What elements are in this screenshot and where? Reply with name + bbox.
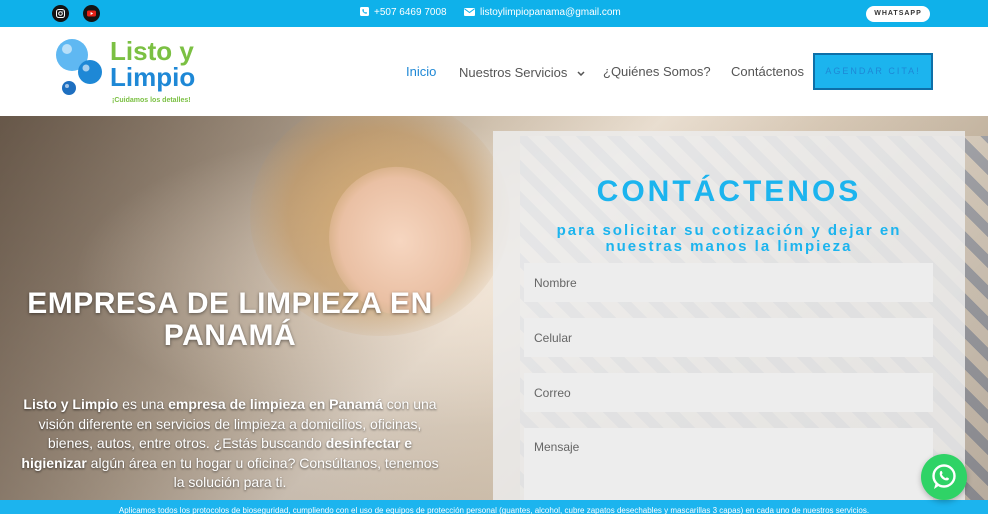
- envelope-icon: [464, 8, 475, 19]
- hero-description: Listo y Limpio es una empresa de limpiez…: [18, 395, 442, 493]
- logo-tagline: ¡Cuidamos los detalles!: [112, 97, 191, 104]
- site-header: Listo y Limpio ¡Cuidamos los detalles! I…: [0, 27, 988, 116]
- form-subtitle: para solicitar su cotización y dejar en …: [556, 222, 902, 255]
- hero-title: EMPRESA DE LIMPIEZA EN PANAMÁ: [27, 287, 433, 352]
- hero-section: EMPRESA DE LIMPIEZA EN PANAMÁ Listo y Li…: [0, 116, 988, 514]
- celular-input[interactable]: [524, 318, 933, 357]
- chevron-down-icon: [577, 64, 585, 79]
- instagram-icon[interactable]: [52, 5, 69, 22]
- nav-quienes-somos[interactable]: ¿Quiénes Somos?: [603, 64, 711, 79]
- phone-icon: [360, 7, 369, 19]
- phone-contact[interactable]: +507 6469 7008: [360, 7, 447, 19]
- email-contact[interactable]: listoylimpiopanama@gmail.com: [464, 7, 621, 19]
- bioseguridad-banner: Aplicamos todos los protocolos de bioseg…: [0, 500, 988, 514]
- whatsapp-float-button[interactable]: [921, 454, 967, 500]
- phone-number: +507 6469 7008: [374, 7, 447, 18]
- agendar-cita-button[interactable]: AGENDAR CITA!: [813, 53, 933, 90]
- nav-servicios[interactable]: Nuestros Servicios: [459, 64, 585, 80]
- hero-text-bold: empresa de limpieza en Panamá: [168, 396, 383, 412]
- top-bar: +507 6469 7008 listoylimpiopanama@gmail.…: [0, 0, 988, 27]
- email-address: listoylimpiopanama@gmail.com: [480, 7, 621, 18]
- logo-text-listo: Listo y: [110, 36, 194, 66]
- logo-text-limpio: Limpio: [110, 62, 196, 92]
- nav-servicios-label: Nuestros Servicios: [459, 65, 568, 80]
- nombre-input[interactable]: [524, 263, 933, 302]
- site-logo[interactable]: Listo y Limpio ¡Cuidamos los detalles!: [52, 35, 212, 110]
- nav-contactenos[interactable]: Contáctenos: [731, 64, 804, 79]
- correo-input[interactable]: [524, 373, 933, 412]
- form-title: CONTÁCTENOS: [596, 175, 862, 208]
- whatsapp-icon: [932, 464, 956, 489]
- youtube-icon[interactable]: [83, 5, 100, 22]
- whatsapp-button[interactable]: WHATSAPP: [866, 6, 930, 22]
- hero-text-brand: Listo y Limpio: [23, 396, 119, 412]
- contact-form-panel: CONTÁCTENOS para solicitar su cotización…: [493, 131, 965, 514]
- nav-inicio[interactable]: Inicio: [406, 64, 436, 79]
- hero-text-part: es una: [118, 396, 169, 412]
- bubbles-logo-icon: [56, 39, 102, 95]
- hero-text-part: algún área en tu hogar u oficina? Consúl…: [86, 454, 439, 491]
